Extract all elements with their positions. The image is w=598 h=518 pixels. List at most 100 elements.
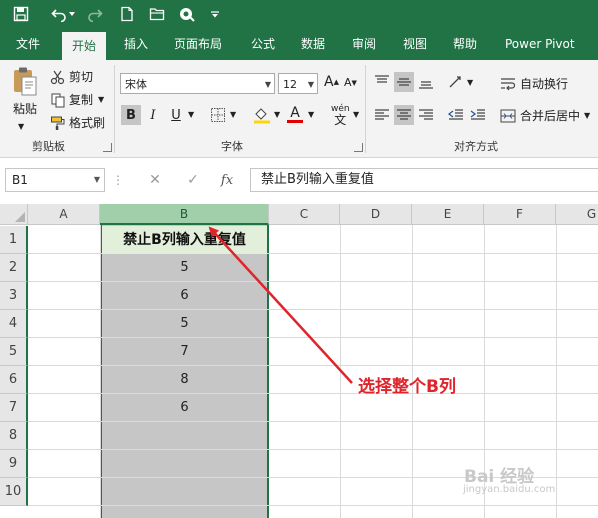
clipboard-launcher-icon[interactable] — [103, 143, 112, 152]
merge-center-button[interactable]: 合并后居中 ▼ — [500, 107, 590, 124]
merge-center-label: 合并后居中 — [520, 109, 581, 123]
copy-button[interactable]: 复制 ▼ — [50, 91, 104, 108]
tab-page-layout[interactable]: 页面布局 — [164, 29, 232, 60]
tab-formulas[interactable]: 公式 — [241, 29, 285, 60]
cell-b6[interactable]: 8 — [102, 366, 267, 394]
tab-home[interactable]: 开始 — [62, 32, 107, 60]
font-size-select[interactable]: 12 ▼ — [278, 73, 318, 94]
align-left-icon[interactable] — [372, 105, 392, 125]
column-header-e[interactable]: E — [412, 204, 484, 225]
tab-data[interactable]: 数据 — [291, 29, 335, 60]
column-header-f[interactable]: F — [484, 204, 556, 225]
column-header-a[interactable]: A — [28, 204, 100, 225]
row-header[interactable]: 4 — [0, 310, 28, 338]
font-color-label: A — [290, 104, 300, 121]
column-header-b[interactable]: B — [100, 204, 269, 225]
formula-input[interactable]: 禁止B列输入重复值 — [250, 168, 598, 192]
paste-icon — [14, 67, 37, 96]
cut-button[interactable]: 剪切 — [50, 68, 93, 85]
font-group-label: 字体 — [221, 140, 243, 153]
font-name-select[interactable]: 宋体 ▼ — [120, 73, 275, 94]
cell-b3[interactable]: 6 — [102, 282, 267, 310]
customize-qat-icon[interactable] — [204, 3, 226, 25]
enter-icon[interactable]: ✓ — [182, 170, 204, 190]
fill-color-button[interactable] — [252, 105, 272, 125]
touch-mode-icon[interactable] — [176, 3, 198, 25]
increase-indent-icon[interactable] — [468, 105, 488, 125]
cell-b1[interactable]: 禁止B列输入重复值 — [102, 226, 267, 254]
italic-label: I — [150, 107, 156, 123]
font-launcher-icon[interactable] — [354, 143, 363, 152]
row-header[interactable]: 3 — [0, 282, 28, 310]
column-header-g[interactable]: G — [556, 204, 598, 225]
tab-review[interactable]: 审阅 — [342, 29, 386, 60]
copy-dropdown-icon[interactable]: ▼ — [98, 95, 104, 104]
group-separator — [114, 65, 115, 153]
row-header[interactable]: 9 — [0, 450, 28, 478]
column-header-d[interactable]: D — [340, 204, 412, 225]
select-all-button[interactable] — [0, 204, 28, 225]
phonetic-button[interactable]: wén 文 — [331, 104, 350, 126]
column-header-c[interactable]: C — [269, 204, 340, 225]
row-header[interactable]: 5 — [0, 338, 28, 366]
underline-button[interactable]: U — [166, 105, 186, 125]
tab-view[interactable]: 视图 — [393, 29, 437, 60]
ribbon-tab-bar: 文件 开始 插入 页面布局 公式 数据 审阅 视图 帮助 Power Pivot — [0, 29, 598, 60]
cell-b2[interactable]: 5 — [102, 254, 267, 282]
redo-icon[interactable] — [84, 3, 106, 25]
font-color-dropdown-icon[interactable]: ▼ — [308, 110, 314, 119]
drag-handle-icon[interactable]: ⋮ — [112, 170, 124, 190]
group-separator — [365, 65, 366, 153]
row-header[interactable]: 2 — [0, 254, 28, 282]
new-file-icon[interactable] — [116, 3, 138, 25]
align-right-icon[interactable] — [416, 105, 436, 125]
bold-button[interactable]: B — [121, 105, 141, 125]
row-header[interactable]: 1 — [0, 226, 28, 254]
tab-help[interactable]: 帮助 — [443, 29, 487, 60]
tab-power-pivot[interactable]: Power Pivot — [495, 29, 585, 60]
font-color-button[interactable]: A — [285, 104, 305, 124]
cell-b4[interactable]: 5 — [102, 310, 267, 338]
merge-dropdown-icon[interactable]: ▼ — [584, 111, 590, 120]
tab-insert[interactable]: 插入 — [114, 29, 158, 60]
row-header[interactable]: 8 — [0, 422, 28, 450]
row-header[interactable]: 6 — [0, 366, 28, 394]
paste-dropdown-icon[interactable]: ▼ — [18, 122, 24, 131]
decrease-font-button[interactable]: A ▼ — [344, 76, 357, 89]
row-header[interactable]: 7 — [0, 394, 28, 422]
align-bottom-icon[interactable] — [416, 72, 436, 92]
borders-button[interactable] — [208, 105, 228, 125]
copy-label: 复制 — [69, 93, 94, 107]
row-header[interactable]: 10 — [0, 478, 28, 506]
orientation-dropdown-icon[interactable]: ▼ — [467, 78, 473, 87]
align-center-icon[interactable] — [394, 105, 414, 125]
decrease-indent-icon[interactable] — [446, 105, 466, 125]
merge-center-icon — [500, 109, 516, 122]
underline-dropdown-icon[interactable]: ▼ — [188, 110, 194, 119]
borders-dropdown-icon[interactable]: ▼ — [230, 110, 236, 119]
name-box-value: B1 — [12, 173, 28, 187]
font-color-swatch — [287, 119, 303, 123]
cancel-icon[interactable]: ✕ — [144, 170, 166, 190]
format-painter-button[interactable]: 格式刷 — [50, 114, 105, 131]
alignment-group-label: 对齐方式 — [454, 140, 498, 153]
undo-dropdown-icon[interactable] — [66, 3, 78, 25]
fx-label: fx — [220, 172, 234, 188]
name-box[interactable]: B1 ▼ — [5, 168, 105, 192]
insert-function-icon[interactable]: fx — [216, 170, 238, 190]
align-middle-icon[interactable] — [394, 72, 414, 92]
cell-b7[interactable]: 6 — [102, 394, 267, 422]
increase-font-button[interactable]: A ▲ — [324, 74, 339, 90]
wrap-text-button[interactable]: 自动换行 — [500, 75, 568, 92]
open-folder-icon[interactable] — [146, 3, 168, 25]
fill-color-dropdown-icon[interactable]: ▼ — [274, 110, 280, 119]
italic-button[interactable]: I — [143, 105, 163, 125]
cell-b5[interactable]: 7 — [102, 338, 267, 366]
save-icon[interactable] — [10, 3, 32, 25]
paste-button[interactable]: 粘贴 — [8, 66, 42, 117]
tab-file[interactable]: 文件 — [6, 29, 50, 60]
phonetic-dropdown-icon[interactable]: ▼ — [353, 110, 359, 119]
orientation-icon[interactable] — [446, 72, 466, 92]
align-top-icon[interactable] — [372, 72, 392, 92]
cut-label: 剪切 — [69, 70, 94, 84]
